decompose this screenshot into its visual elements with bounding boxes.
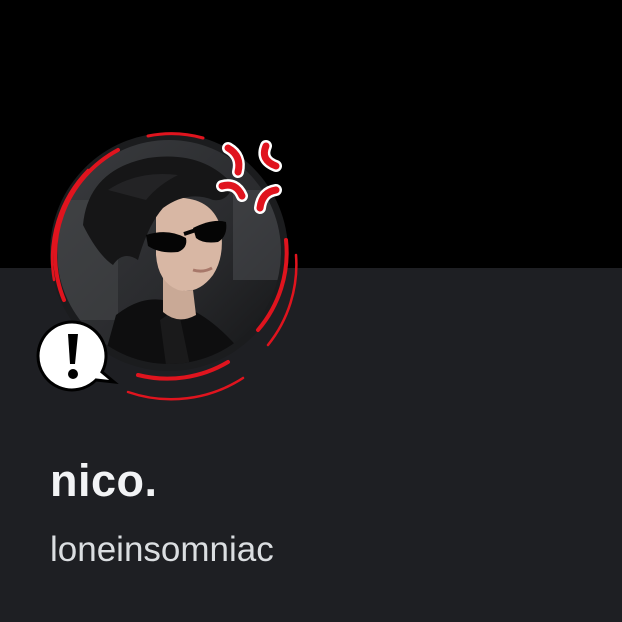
avatar-with-decoration[interactable] — [28, 130, 318, 420]
avatar-graphic — [36, 132, 298, 401]
display-name: nico. — [50, 455, 158, 506]
profile-card: nico. loneinsomniac — [0, 0, 622, 622]
username: loneinsomniac — [50, 530, 274, 569]
